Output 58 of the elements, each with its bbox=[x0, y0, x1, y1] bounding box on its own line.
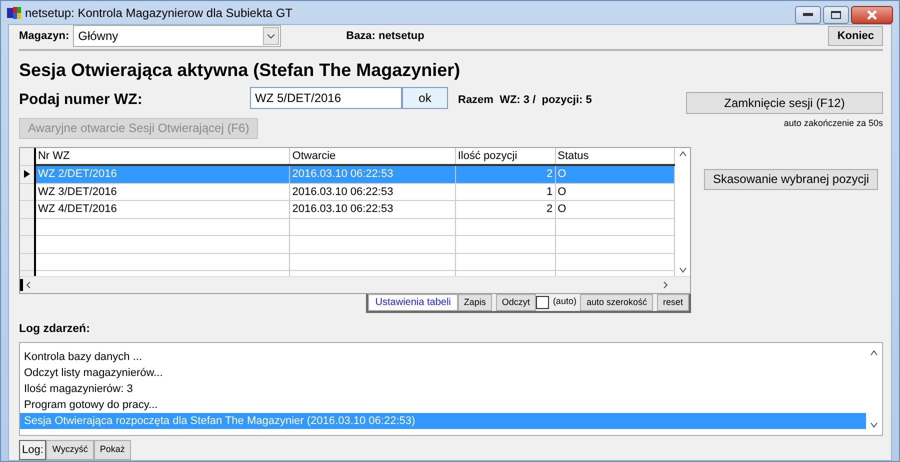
table-cell: 2016.03.10 06:22:53 bbox=[292, 203, 394, 215]
reset-button[interactable]: reset bbox=[656, 294, 689, 310]
auto-label: (auto) bbox=[552, 295, 578, 308]
table-cell: O bbox=[558, 168, 566, 180]
exit-button[interactable]: Koniec bbox=[828, 26, 883, 46]
auto-checkbox[interactable] bbox=[536, 296, 549, 308]
save-button[interactable]: Zapis bbox=[458, 294, 492, 310]
column-header[interactable]: Nr WZ bbox=[34, 148, 290, 165]
ok-button[interactable]: ok bbox=[402, 87, 448, 109]
close-icon bbox=[867, 10, 877, 20]
maximize-icon bbox=[831, 11, 841, 19]
table-row[interactable]: WZ 3/DET/2016 2016.03.10 06:22:53 1 O bbox=[20, 183, 675, 200]
totals-label: Razem WZ: 3 / pozycji: 5 bbox=[458, 93, 592, 108]
table-cell: 1 bbox=[546, 186, 553, 198]
read-button[interactable]: Odczyt bbox=[496, 294, 536, 310]
log-label: Log: bbox=[19, 440, 46, 460]
show-log-button[interactable]: Pokaż bbox=[94, 440, 131, 460]
clear-log-button[interactable]: Wyczyść bbox=[46, 440, 94, 460]
maximize-button[interactable] bbox=[823, 6, 849, 24]
horizontal-scrollbar[interactable] bbox=[20, 276, 690, 292]
app-icon bbox=[7, 6, 21, 20]
table-row[interactable]: WZ 4/DET/2016 2016.03.10 06:22:53 2 O bbox=[20, 200, 675, 218]
close-button[interactable] bbox=[851, 6, 893, 24]
scroll-right-icon bbox=[662, 278, 670, 291]
close-session-button[interactable]: Zamknięcie sesji (F12) bbox=[686, 92, 883, 114]
table-cell: O bbox=[558, 203, 566, 215]
delete-selected-button[interactable]: Skasowanie wybranej pozycji bbox=[704, 168, 878, 190]
auto-close-label: auto zakończenie za 50s bbox=[784, 117, 883, 130]
warehouse-dropdown[interactable]: Główny bbox=[73, 25, 282, 47]
log-entry[interactable]: Kontrola bazy danych ... bbox=[20, 348, 866, 365]
wz-prompt: Podaj numer WZ: bbox=[19, 90, 144, 110]
table-settings-link[interactable]: Ustawienia tabeli bbox=[368, 294, 458, 310]
database-label: Baza: netsetup bbox=[346, 28, 424, 44]
log-entry[interactable]: Ilość magazynierów: 3 bbox=[20, 380, 866, 397]
log-entry[interactable]: Program gotowy do pracy... bbox=[20, 396, 866, 413]
table-cell: 2016.03.10 06:22:53 bbox=[292, 186, 394, 198]
row-pointer-icon bbox=[24, 170, 30, 178]
warehouse-label: Magazyn: bbox=[19, 28, 70, 44]
table-cell: WZ 4/DET/2016 bbox=[38, 203, 117, 215]
vertical-scrollbar[interactable] bbox=[675, 148, 690, 276]
table-cell: 2 bbox=[546, 168, 553, 180]
auto-width-button[interactable]: auto szerokość bbox=[580, 294, 653, 310]
column-header[interactable]: Otwarcie bbox=[290, 148, 456, 165]
log-title: Log zdarzeń: bbox=[19, 322, 91, 336]
minimize-button[interactable] bbox=[795, 6, 821, 24]
table-cell: WZ 2/DET/2016 bbox=[38, 168, 117, 180]
log-entry[interactable]: Odczyt listy magazynierów... bbox=[20, 364, 866, 381]
table-cell: WZ 3/DET/2016 bbox=[38, 186, 117, 198]
window-title: netsetup: Kontrola Magazynierow dla Subiekta GT bbox=[25, 4, 292, 22]
column-header[interactable]: Status bbox=[555, 148, 675, 165]
session-heading: Sesja Otwierająca aktywna (Stefan The Magazynier) bbox=[19, 59, 462, 81]
chevron-down-icon bbox=[267, 34, 276, 38]
table-cell: O bbox=[558, 186, 566, 198]
table-cell: 2016.03.10 06:22:53 bbox=[292, 168, 394, 180]
wz-number-field[interactable]: WZ 5/DET/2016 bbox=[250, 87, 402, 109]
minimize-icon bbox=[803, 13, 813, 17]
table-cell: 2 bbox=[546, 203, 553, 215]
column-header[interactable]: Ilość pozycji bbox=[455, 148, 556, 165]
